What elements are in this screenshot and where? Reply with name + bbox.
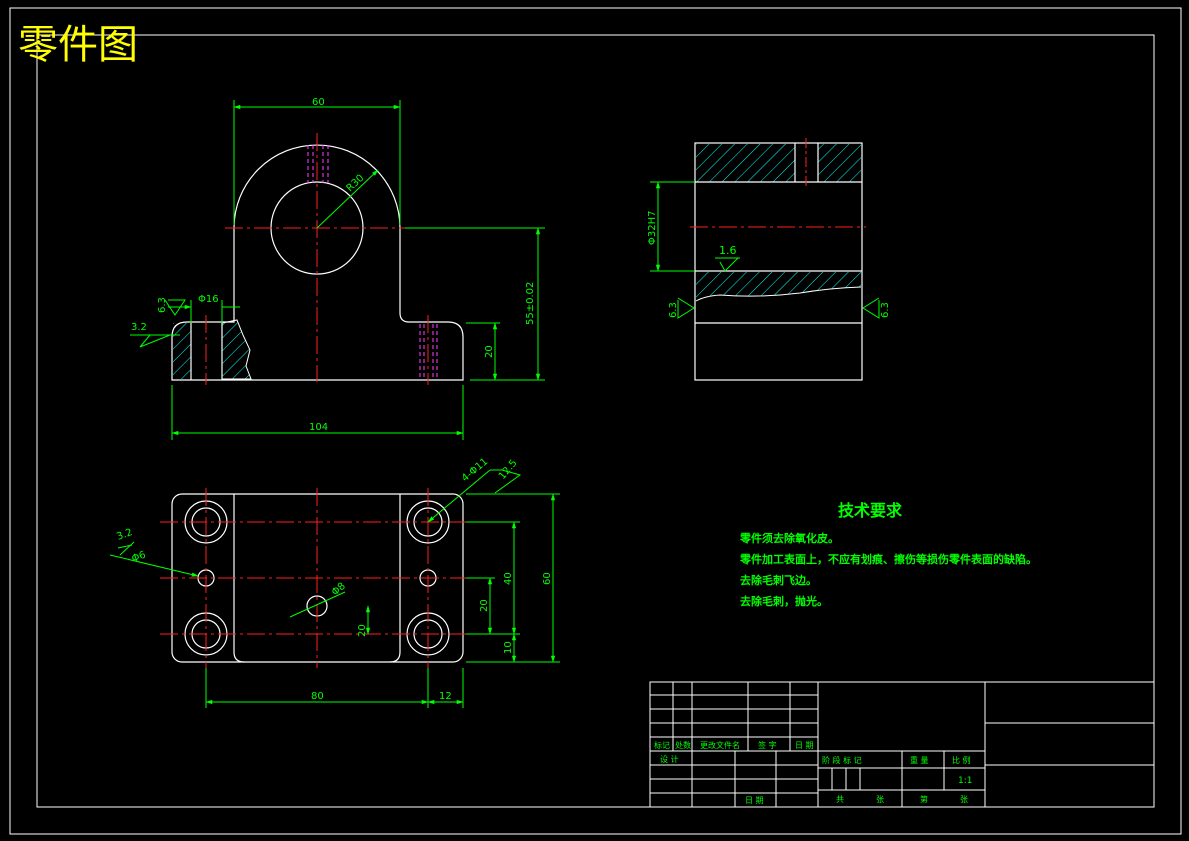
front-hatch-left <box>173 323 191 379</box>
drawing-sheet: 零件图 60 R30 Φ16 104 55±0.02 20 6.3 3.2 Φ3… <box>9 7 1182 835</box>
top-view: 80 12 60 40 20 20 10 4-Φ11 12.5 3.2 Φ6 Φ… <box>109 456 560 708</box>
rough-side-right: 6.3 <box>880 302 891 318</box>
technical-notes: 技术要求 零件须去除氧化皮。 零件加工表面上，不应有划痕、擦伤等损伤零件表面的缺… <box>739 501 1037 608</box>
inner-border <box>36 34 1155 808</box>
scale-value: 1:1 <box>958 776 972 786</box>
dim-base-104: 104 <box>309 422 328 433</box>
dim-base-height-20: 20 <box>484 345 495 358</box>
rough-bore-1-6: 1.6 <box>719 244 737 257</box>
dim-edge-12: 12 <box>439 691 452 702</box>
note-item-2: 零件加工表面上，不应有划痕、擦伤等损伤零件表面的缺陷。 <box>739 552 1037 566</box>
dim-height-55: 55±0.02 <box>525 282 536 325</box>
rev-header-mark: 标记 <box>654 740 670 750</box>
front-view: 60 R30 Φ16 104 55±0.02 20 6.3 3.2 <box>130 97 545 440</box>
dim-bore-32h7: Φ32H7 <box>647 211 658 245</box>
note-item-4: 去除毛刺，抛光。 <box>740 594 828 608</box>
page-title: 零件图 <box>18 22 138 68</box>
dim-top-10: 10 <box>503 641 514 654</box>
rough-pin-3-2: 3.2 <box>115 527 134 543</box>
side-hatch-tr <box>818 144 861 182</box>
rev-header-date: 日 期 <box>795 741 814 750</box>
notes-heading: 技术要求 <box>838 501 903 520</box>
scale-label: 比 例 <box>952 755 971 765</box>
sheet-unit-1: 张 <box>876 795 884 804</box>
dim-top-40: 40 <box>503 572 514 585</box>
rough-side-left: 6.3 <box>668 302 679 318</box>
dim-hole-16: Φ16 <box>198 294 219 305</box>
title-block-text: 标记 处数 更改文件名 签 字 日 期 设 计 日 期 阶 段 标 记 重 量 … <box>654 740 972 805</box>
dim-center-spacing-80: 80 <box>311 691 324 702</box>
rough-left-top: 6.3 <box>157 297 168 313</box>
dim-top-20b: 20 <box>357 624 368 637</box>
dim-top-20a: 20 <box>479 599 490 612</box>
dim-radius-r30: R30 <box>345 173 367 194</box>
sheet-no-label: 第 <box>920 794 928 804</box>
weight-label: 重 量 <box>910 755 929 765</box>
stage-label: 阶 段 标 记 <box>822 755 862 765</box>
note-item-3: 去除毛刺飞边。 <box>740 573 817 587</box>
side-hatch-bottom <box>696 272 861 301</box>
dim-top-60: 60 <box>542 572 553 585</box>
side-view: Φ32H7 1.6 6.3 6.3 <box>647 138 891 381</box>
dim-4-holes: 4-Φ11 <box>460 456 490 484</box>
note-item-1: 零件须去除氧化皮。 <box>739 531 839 545</box>
outer-border <box>9 7 1182 835</box>
design-label: 设 计 <box>660 754 679 764</box>
rev-header-sign: 签 字 <box>758 740 777 750</box>
dim-pin-6: Φ6 <box>130 550 147 565</box>
side-hatch-tl <box>696 144 795 182</box>
sheet-unit-2: 张 <box>960 795 968 804</box>
sheet-total-label: 共 <box>836 795 844 804</box>
dim-center-hole-8: Φ8 <box>330 581 348 599</box>
date-label: 日 期 <box>745 796 764 805</box>
rev-header-doc: 更改文件名 <box>700 740 740 750</box>
rev-header-count: 处数 <box>675 740 691 750</box>
front-hatch-break <box>221 319 252 380</box>
dim-width-60: 60 <box>312 97 325 108</box>
rough-left-side: 3.2 <box>131 322 147 333</box>
